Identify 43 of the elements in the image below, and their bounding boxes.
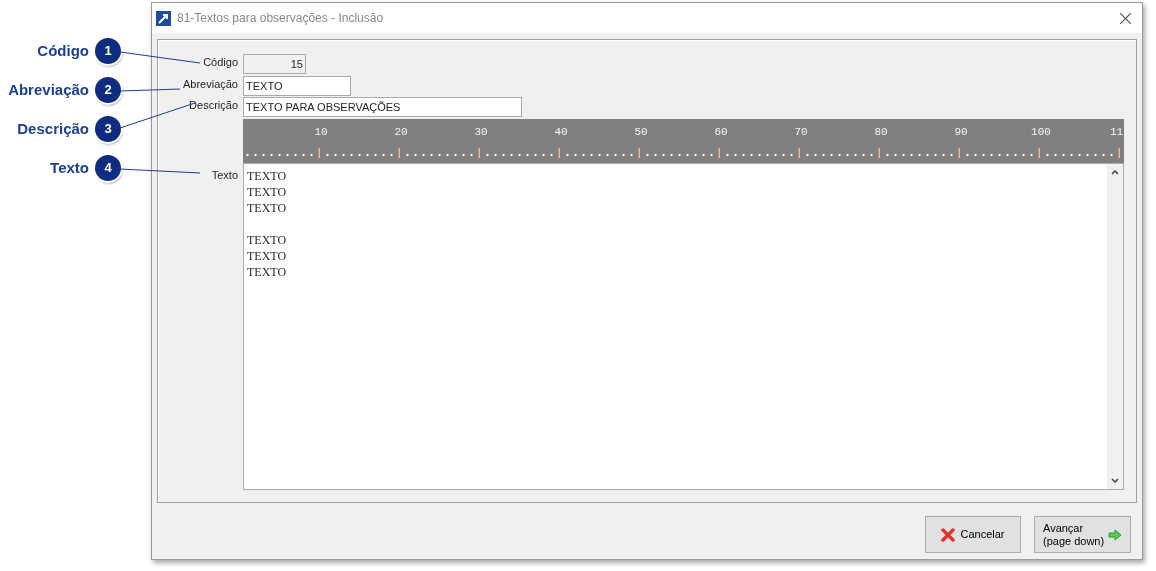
scroll-up-icon[interactable] — [1111, 170, 1119, 175]
text-line: TEXTO — [247, 264, 288, 280]
leader-line — [119, 88, 181, 92]
ruler-number: 10 — [314, 125, 328, 140]
text-line: TEXTO — [247, 200, 288, 216]
callout-label: Código — [37, 40, 89, 61]
window-button[interactable]: Cancelar — [925, 516, 1021, 553]
app-icon — [156, 10, 171, 26]
text-line: TEXTO — [247, 248, 288, 264]
ruler-number: 30 — [474, 125, 488, 140]
ruler-number: 40 — [554, 125, 568, 140]
ruler-number: 60 — [714, 125, 728, 140]
scrollbar[interactable] — [1107, 164, 1123, 489]
callout-label: Texto — [50, 157, 89, 178]
input-field[interactable]: TEXTO PARA OBSERVAÇÕES — [243, 97, 522, 118]
ruler-number: 50 — [634, 125, 648, 140]
text-line: TEXTO — [247, 232, 288, 248]
input-field[interactable]: TEXTO — [243, 75, 351, 96]
ruler-number: 11 — [1110, 125, 1124, 140]
field-label: Descrição — [188, 98, 238, 114]
callout-number: 3 — [95, 116, 121, 142]
arrow-icon — [1108, 528, 1122, 541]
ruler-number: 100 — [1031, 125, 1051, 140]
window-title: 81-Textos para observações - Inclusão — [177, 10, 385, 27]
window-button[interactable]: Avançar (page down) — [1034, 516, 1131, 553]
text-area[interactable]: TEXTO TEXTO TEXTO TEXTO TEXTO TEXTO — [243, 163, 1124, 490]
cross-icon — [941, 527, 956, 542]
field-label: Abreviação — [181, 76, 238, 92]
text-line: TEXTO — [247, 168, 288, 184]
close-icon[interactable] — [1120, 12, 1131, 24]
ruler-number: 70 — [794, 125, 808, 140]
field-label: Texto — [211, 169, 238, 181]
field-label: Código — [202, 55, 238, 70]
callout-label: Descrição — [17, 118, 89, 139]
callout-label: Abreviação — [8, 79, 89, 100]
ruler-number: 90 — [954, 125, 968, 140]
callout-number: 2 — [95, 77, 121, 103]
text-line: TEXTO — [247, 184, 288, 200]
ruler-number: 80 — [874, 125, 888, 140]
callout-number: 4 — [95, 155, 121, 181]
ruler-number: 20 — [394, 125, 408, 140]
callout-number: 1 — [95, 38, 121, 64]
scroll-down-icon[interactable] — [1111, 478, 1119, 483]
